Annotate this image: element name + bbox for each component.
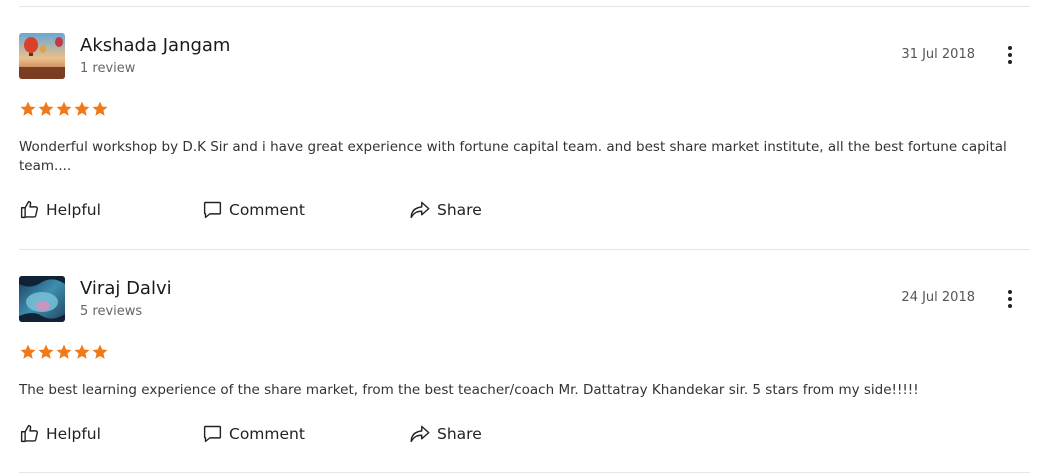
top-divider [19,6,1030,7]
share-arrow-icon [410,201,430,219]
star-icon [92,344,108,359]
thumbs-up-icon [20,200,39,219]
review-divider [19,249,1030,250]
star-rating [19,343,109,361]
star-icon [74,344,90,359]
review-count: 5 reviews [80,304,143,319]
reviews-page: Akshada Jangam 1 review 31 Jul 2018 Wond… [0,0,1044,474]
star-icon [74,101,90,116]
more-options-button[interactable] [1000,43,1020,67]
star-icon [56,101,72,116]
comment-button[interactable]: Comment [202,423,305,444]
star-icon [56,344,72,359]
review-count: 1 review [80,61,136,76]
star-icon [38,344,54,359]
bottom-divider [19,472,1030,473]
share-button[interactable]: Share [409,423,482,444]
comment-label: Comment [229,200,305,219]
helpful-label: Helpful [46,424,101,443]
share-arrow-icon [410,425,430,443]
reviewer-name[interactable]: Viraj Dalvi [80,278,172,299]
star-icon [20,101,36,116]
thumbs-up-icon [20,424,39,443]
more-options-button[interactable] [1000,287,1020,311]
avatar[interactable] [19,276,65,322]
speech-bubble-icon [203,425,222,443]
helpful-button[interactable]: Helpful [19,199,101,220]
share-label: Share [437,200,482,219]
share-button[interactable]: Share [409,199,482,220]
review-text: Wonderful workshop by D.K Sir and i have… [19,139,1007,174]
star-icon [38,101,54,116]
helpful-label: Helpful [46,200,101,219]
speech-bubble-icon [203,201,222,219]
review-date: 31 Jul 2018 [901,47,975,62]
helpful-button[interactable]: Helpful [19,423,101,444]
vertical-dots-icon [1008,46,1012,50]
review-text: The best learning experience of the shar… [19,382,919,398]
vertical-dots-icon [1008,290,1012,294]
star-icon [20,344,36,359]
comment-label: Comment [229,424,305,443]
comment-button[interactable]: Comment [202,199,305,220]
star-icon [92,101,108,116]
share-label: Share [437,424,482,443]
review-date: 24 Jul 2018 [901,290,975,305]
star-rating [19,100,109,118]
avatar[interactable] [19,33,65,79]
reviewer-name[interactable]: Akshada Jangam [80,35,230,56]
